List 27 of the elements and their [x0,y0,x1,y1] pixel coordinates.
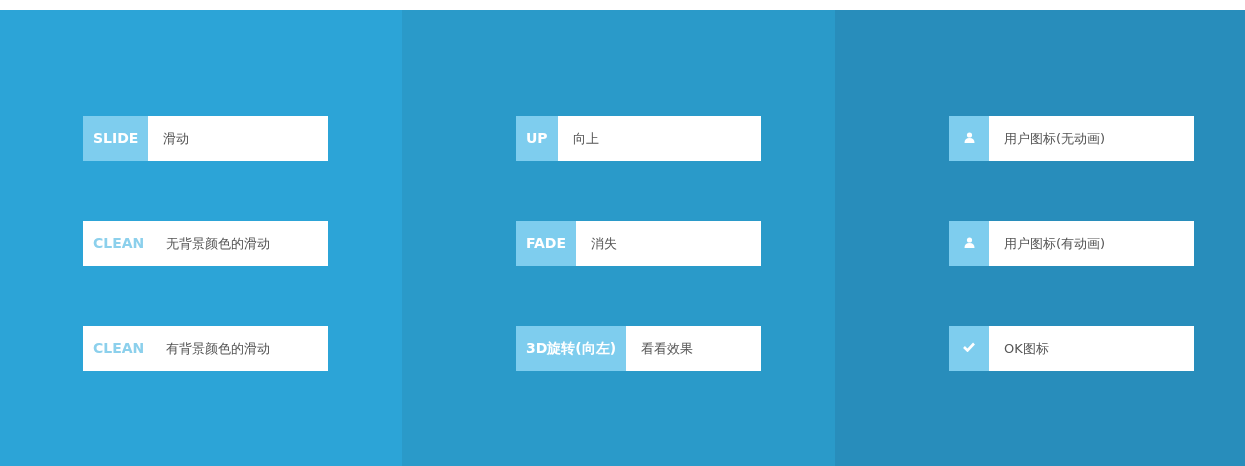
icon-button[interactable]: 用户图标(有动画) [949,221,1194,266]
animated-button[interactable]: 3D旋转(向左) 看看效果 [516,326,761,371]
button-label: 无背景颜色的滑动 [166,234,270,253]
user-icon [963,131,975,143]
icon-button[interactable]: OK图标 [949,326,1194,371]
check-icon [963,342,975,352]
button-label: 向上 [572,129,599,148]
button-label: OK图标 [1004,339,1049,358]
animated-button[interactable]: CLEAN 无背景颜色的滑动 [83,221,328,266]
icon-button[interactable]: 用户图标(无动画) [949,116,1194,161]
button-tag: SLIDE [83,116,149,161]
animated-button[interactable]: FADE 消失 [516,221,761,266]
user-icon [963,236,975,248]
animated-button[interactable]: UP 向上 [516,116,761,161]
animated-button[interactable]: CLEAN 有背景颜色的滑动 [83,326,328,371]
button-tag: CLEAN [83,233,166,254]
button-label: 消失 [591,234,617,253]
button-label: 看看效果 [641,339,694,358]
button-label: 滑动 [163,129,190,148]
button-tag: FADE [516,221,576,266]
animated-button[interactable]: SLIDE 滑动 [83,116,328,161]
button-tag: CLEAN [83,338,166,359]
button-tag: UP [516,116,558,161]
button-tag: 3D旋转(向左) [516,326,627,371]
button-label: 用户图标(无动画) [1004,129,1106,148]
button-label: 有背景颜色的滑动 [166,339,270,358]
button-label: 用户图标(有动画) [1004,234,1106,253]
